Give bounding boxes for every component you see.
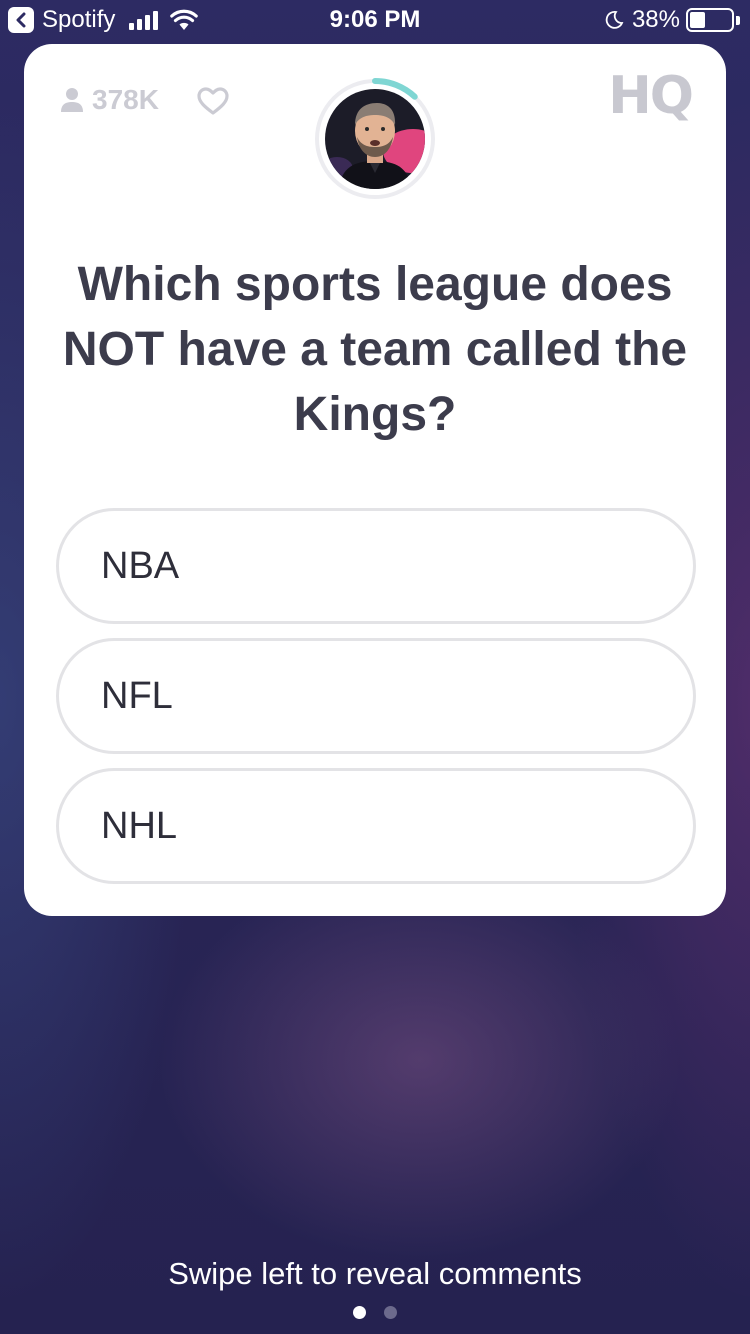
answer-label: NFL xyxy=(101,674,173,717)
viewer-count-label: 378K xyxy=(92,84,159,115)
question-card: 378K HQ Which sports league does NOT hav… xyxy=(24,44,726,916)
page-indicator[interactable] xyxy=(0,1306,750,1319)
page-dot-1[interactable] xyxy=(353,1306,366,1319)
battery-cap xyxy=(736,15,740,25)
viewer-count: 378K xyxy=(60,84,159,116)
status-right: 38% xyxy=(604,6,740,34)
heart-icon[interactable] xyxy=(196,86,230,116)
battery-percent: 38% xyxy=(631,6,680,33)
answer-option-3[interactable]: NHL xyxy=(56,768,696,884)
moon-icon xyxy=(605,11,624,29)
host-avatar xyxy=(325,89,425,189)
swipe-hint: Swipe left to reveal comments xyxy=(168,1256,582,1291)
answer-label: NBA xyxy=(101,544,180,587)
battery-level xyxy=(690,12,706,28)
battery-icon xyxy=(686,8,734,32)
person-icon xyxy=(61,88,83,112)
hq-logo: HQ xyxy=(608,66,694,126)
page-dot-2[interactable] xyxy=(384,1306,397,1319)
host-timer xyxy=(314,78,436,200)
answer-option-2[interactable]: NFL xyxy=(56,638,696,754)
answer-label: NHL xyxy=(101,804,178,847)
question-text: Which sports league does NOT have a team… xyxy=(62,258,688,441)
status-bar: Spotify 9:06 PM 38% xyxy=(0,0,750,40)
answer-option-1[interactable]: NBA xyxy=(56,508,696,624)
